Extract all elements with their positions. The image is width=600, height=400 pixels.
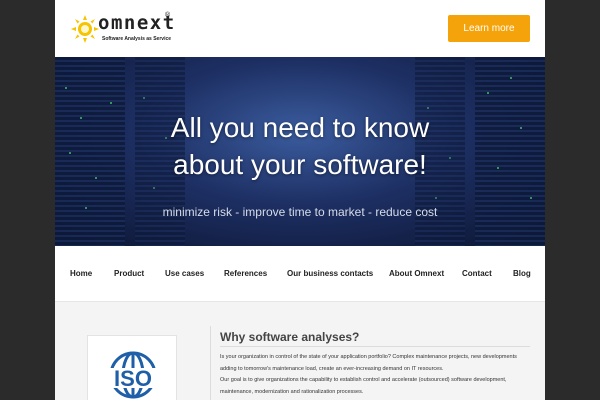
nav-about-omnext[interactable]: About Omnext xyxy=(389,269,444,278)
nav-business-contacts[interactable]: Our business contacts xyxy=(287,269,373,278)
iso-globe-icon: ISO xyxy=(104,351,162,399)
content-section: ISO Why software analyses? Is your organ… xyxy=(55,302,545,400)
nav-home[interactable]: Home xyxy=(70,269,92,278)
nav-use-cases[interactable]: Use cases xyxy=(165,269,204,278)
page: omnext ® Software Analysis as Service Le… xyxy=(55,0,545,400)
logo-tagline: Software Analysis as Service xyxy=(102,36,172,42)
hero-banner: All you need to know about your software… xyxy=(55,57,545,246)
nav-blog[interactable]: Blog xyxy=(513,269,531,278)
iso-badge-text: ISO xyxy=(114,366,152,391)
learn-more-button[interactable]: Learn more xyxy=(448,15,530,42)
logo-wordmark: omnext xyxy=(98,12,176,34)
hero-title: All you need to know about your software… xyxy=(55,109,545,183)
nav-contact[interactable]: Contact xyxy=(462,269,492,278)
nav-product[interactable]: Product xyxy=(114,269,144,278)
omnext-logo[interactable]: omnext ® Software Analysis as Service xyxy=(70,12,175,46)
registered-mark: ® xyxy=(165,12,171,19)
paragraph-1: Is your organization in control of the s… xyxy=(220,354,517,372)
section-title: Why software analyses? xyxy=(220,330,360,344)
section-text: Is your organization in control of the s… xyxy=(220,352,530,398)
iso-certification-badge: ISO xyxy=(87,335,177,400)
nav-references[interactable]: References xyxy=(224,269,267,278)
site-header: omnext ® Software Analysis as Service Le… xyxy=(55,0,545,57)
section-rule xyxy=(220,346,530,347)
hero-subtitle: minimize risk - improve time to market -… xyxy=(162,205,438,219)
hero-title-line-2: about your software! xyxy=(173,149,427,180)
hero-title-line-1: All you need to know xyxy=(170,112,430,143)
content-divider xyxy=(210,326,211,400)
sun-logo-icon xyxy=(71,15,99,43)
paragraph-2: Our goal is to give organizations the ca… xyxy=(220,377,507,395)
main-nav: Home Product Use cases References Our bu… xyxy=(55,246,545,302)
